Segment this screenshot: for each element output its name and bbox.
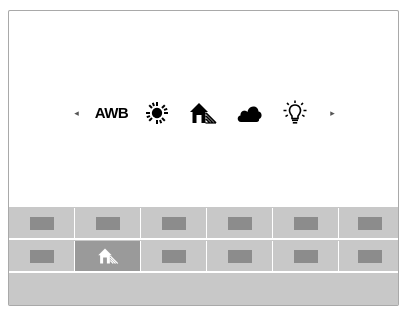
palette-cell-selected[interactable] bbox=[75, 241, 141, 271]
wb-option-daylight[interactable] bbox=[134, 93, 180, 133]
wb-palette-grid bbox=[9, 205, 398, 305]
palette-cell[interactable] bbox=[141, 241, 207, 271]
wb-option-shade[interactable] bbox=[180, 93, 226, 133]
palette-row-2 bbox=[9, 241, 398, 271]
shade-house-icon bbox=[97, 248, 118, 264]
swatch bbox=[357, 216, 382, 230]
divider bbox=[9, 238, 398, 240]
swatch bbox=[161, 216, 186, 230]
daylight-sun-icon bbox=[145, 102, 168, 124]
divider bbox=[9, 205, 398, 207]
swatch bbox=[357, 249, 382, 263]
palette-cell[interactable] bbox=[141, 208, 207, 238]
palette-cell[interactable] bbox=[9, 241, 75, 271]
swatch bbox=[293, 216, 318, 230]
palette-cell[interactable] bbox=[207, 208, 273, 238]
left-arrow-icon[interactable]: ◂ bbox=[70, 93, 84, 133]
swatch bbox=[293, 249, 318, 263]
cloudy-icon bbox=[237, 106, 262, 122]
palette-cell[interactable] bbox=[207, 241, 273, 271]
palette-cell[interactable] bbox=[339, 208, 398, 238]
shade-house-icon bbox=[189, 103, 217, 124]
white-balance-selector: ◂ AWB ▸ bbox=[9, 93, 398, 133]
wb-option-tungsten[interactable] bbox=[272, 93, 318, 133]
swatch bbox=[29, 216, 54, 230]
palette-cell[interactable] bbox=[75, 208, 141, 238]
swatch bbox=[161, 249, 186, 263]
wb-screen: ◂ AWB ▸ bbox=[8, 10, 399, 306]
palette-cell[interactable] bbox=[273, 208, 339, 238]
swatch bbox=[95, 216, 120, 230]
wb-option-auto[interactable]: AWB bbox=[90, 93, 134, 133]
swatch bbox=[227, 249, 252, 263]
divider bbox=[9, 271, 398, 273]
swatch bbox=[29, 249, 54, 263]
palette-cell[interactable] bbox=[9, 208, 75, 238]
palette-cell[interactable] bbox=[273, 241, 339, 271]
palette-cell[interactable] bbox=[339, 241, 398, 271]
palette-row-1 bbox=[9, 208, 398, 238]
wb-option-cloudy[interactable] bbox=[226, 93, 272, 133]
swatch bbox=[227, 216, 252, 230]
tungsten-bulb-icon bbox=[283, 100, 306, 124]
right-arrow-icon[interactable]: ▸ bbox=[326, 93, 340, 133]
